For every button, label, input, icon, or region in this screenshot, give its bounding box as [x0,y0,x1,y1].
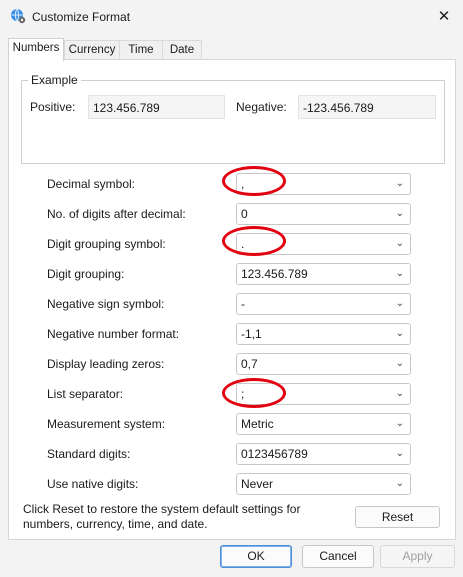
digits-after-decimal-dropdown[interactable]: 0 ⌄ [236,203,411,225]
display-leading-zeros-dropdown[interactable]: 0,7 ⌄ [236,353,411,375]
example-group-label: Example [28,73,81,87]
digits-after-decimal-value: 0 [241,207,248,221]
chevron-down-icon: ⌄ [395,328,404,339]
negative-number-format-value: -1,1 [241,327,262,341]
positive-label: Positive: [30,100,76,114]
digit-grouping-symbol-dropdown[interactable]: . ⌄ [236,233,411,255]
numbers-panel: Example Positive: 123.456.789 Negative: … [8,59,456,540]
chevron-down-icon: ⌄ [395,448,404,459]
standard-digits-label: Standard digits: [47,447,131,461]
tab-numbers[interactable]: Numbers [8,38,64,61]
chevron-down-icon: ⌄ [395,178,404,189]
list-separator-label: List separator: [47,387,124,401]
close-icon: ✕ [437,8,451,25]
digit-grouping-value: 123.456.789 [241,267,308,281]
globe-gear-icon [11,8,26,24]
digit-grouping-label: Digit grouping: [47,267,125,281]
decimal-symbol-value: , [241,177,245,191]
negative-example-value: -123.456.789 [298,95,436,119]
chevron-down-icon: ⌄ [395,358,404,369]
example-group: Example Positive: 123.456.789 Negative: … [21,73,445,164]
cancel-button[interactable]: Cancel [302,545,374,568]
list-separator-value: ; [241,387,245,401]
chevron-down-icon: ⌄ [395,418,404,429]
decimal-symbol-dropdown[interactable]: , ⌄ [236,173,411,195]
negative-sign-symbol-dropdown[interactable]: - ⌄ [236,293,411,315]
chevron-down-icon: ⌄ [395,238,404,249]
negative-number-format-dropdown[interactable]: -1,1 ⌄ [236,323,411,345]
chevron-down-icon: ⌄ [395,208,404,219]
reset-button[interactable]: Reset [355,506,440,528]
tab-date[interactable]: Date [162,40,202,60]
window-title: Customize Format [32,10,131,24]
digit-grouping-symbol-label: Digit grouping symbol: [47,237,166,251]
chevron-down-icon: ⌄ [395,478,404,489]
negative-label: Negative: [236,100,287,114]
measurement-system-dropdown[interactable]: Metric ⌄ [236,413,411,435]
decimal-symbol-label: Decimal symbol: [47,177,136,191]
list-separator-dropdown[interactable]: ; ⌄ [236,383,411,405]
digit-grouping-symbol-value: . [241,237,245,251]
tab-currency[interactable]: Currency [64,40,120,60]
ok-button[interactable]: OK [220,545,292,568]
digits-after-decimal-label: No. of digits after decimal: [47,207,186,221]
standard-digits-dropdown[interactable]: 0123456789 ⌄ [236,443,411,465]
measurement-system-label: Measurement system: [47,417,166,431]
digit-grouping-dropdown[interactable]: 123.456.789 ⌄ [236,263,411,285]
negative-sign-symbol-value: - [241,297,245,311]
standard-digits-value: 0123456789 [241,447,308,461]
chevron-down-icon: ⌄ [395,268,404,279]
reset-description: Click Reset to restore the system defaul… [23,502,301,531]
use-native-digits-label: Use native digits: [47,477,139,491]
display-leading-zeros-label: Display leading zeros: [47,357,165,371]
tab-time[interactable]: Time [119,40,163,60]
use-native-digits-dropdown[interactable]: Never ⌄ [236,473,411,495]
apply-button[interactable]: Apply [380,545,455,568]
chevron-down-icon: ⌄ [395,388,404,399]
measurement-system-value: Metric [241,417,274,431]
chevron-down-icon: ⌄ [395,298,404,309]
negative-sign-symbol-label: Negative sign symbol: [47,297,165,311]
title-bar: Customize Format ✕ [0,0,463,34]
use-native-digits-value: Never [241,477,274,491]
negative-number-format-label: Negative number format: [47,327,180,341]
close-button[interactable]: ✕ [432,4,456,28]
positive-example-value: 123.456.789 [88,95,225,119]
display-leading-zeros-value: 0,7 [241,357,258,371]
